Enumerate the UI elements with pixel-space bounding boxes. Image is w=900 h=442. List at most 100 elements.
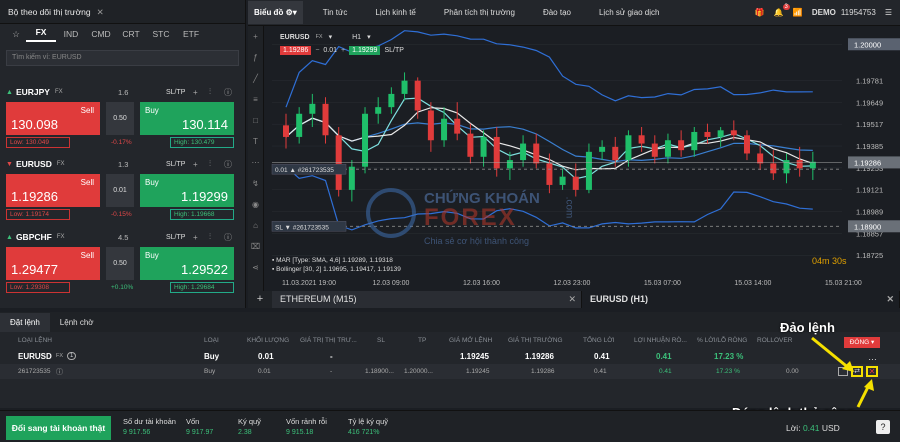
add-icon[interactable]: + [193, 160, 198, 169]
order-detail-row[interactable] [0, 364, 900, 379]
minus-icon[interactable]: − [315, 47, 319, 54]
tab-ind[interactable]: IND [56, 29, 86, 39]
tab-trade-history[interactable]: Lịch sử giao dịch [599, 8, 660, 17]
candle[interactable] [362, 113, 369, 167]
candle[interactable] [401, 80, 408, 94]
order-column-header[interactable]: GIÁ THỊ TRƯỜNG [508, 337, 563, 344]
sell-button[interactable]: Sell 1.19286 [6, 174, 100, 207]
candle[interactable] [651, 143, 658, 157]
info-icon[interactable]: ⓘ [56, 367, 63, 377]
info-icon[interactable]: ⓘ [224, 232, 232, 243]
candle[interactable] [296, 113, 303, 137]
symbol-name[interactable]: EURUSD [16, 159, 52, 169]
indicator-bollinger[interactable]: ▪ Bollinger [30, 2] 1.19695, 1.19417, 1.… [272, 265, 401, 274]
candle[interactable] [467, 133, 474, 157]
candle[interactable] [612, 146, 619, 161]
candle[interactable] [757, 153, 764, 164]
share-icon[interactable]: ⋖ [248, 257, 263, 278]
add-icon[interactable]: + [193, 233, 198, 242]
chart-buy-button[interactable]: 1.19299 [349, 46, 381, 55]
candle[interactable] [599, 146, 606, 152]
sltp-toggle[interactable]: SL/TP [166, 161, 185, 168]
crosshair-icon[interactable]: + [248, 26, 263, 47]
candle[interactable] [348, 166, 355, 190]
candle[interactable] [441, 118, 448, 141]
sltp-toggle[interactable]: SL/TP [166, 234, 185, 241]
chart-sell-button[interactable]: 1.19286 [280, 46, 312, 55]
chart-window-tab-ethereum[interactable]: ETHEREUM (M15) ✕ [272, 291, 582, 308]
candle[interactable] [809, 161, 816, 169]
candle[interactable] [546, 163, 553, 185]
candle[interactable] [506, 160, 513, 169]
candle[interactable] [388, 93, 395, 108]
quantity-input[interactable]: 0.50 [106, 247, 134, 280]
tab-news[interactable]: Tin tức [323, 8, 348, 17]
info-icon[interactable]: ⓘ [224, 159, 232, 170]
order-column-header[interactable]: LỢI NHUẬN RÒ... [634, 337, 687, 344]
text-tool-icon[interactable]: T [248, 131, 263, 152]
sell-button[interactable]: Sell 130.098 [6, 102, 100, 135]
candle[interactable] [322, 103, 329, 136]
quantity-input[interactable]: 0.01 [106, 174, 134, 207]
info-icon[interactable]: ⓘ [224, 87, 232, 98]
channel-tool-icon[interactable]: ≡ [248, 89, 263, 110]
add-chart-icon[interactable]: + [248, 291, 272, 308]
sl-label[interactable]: SL ▼ #261723535 [275, 224, 329, 231]
sell-button[interactable]: Sell 1.29477 [6, 247, 100, 280]
chart-icon[interactable]: ⫶ [209, 159, 211, 169]
symbol-name[interactable]: GBPCHF [16, 232, 52, 242]
candle[interactable] [625, 135, 632, 161]
line-tool-icon[interactable]: ╱ [248, 68, 263, 89]
tab-crt[interactable]: CRT [116, 29, 146, 39]
tab-stc[interactable]: STC [146, 29, 176, 39]
function-icon[interactable]: ƒ [248, 47, 263, 68]
help-icon[interactable]: ? [876, 420, 890, 434]
chart-icon[interactable]: ⫶ [209, 87, 211, 97]
order-column-header[interactable]: TỔNG LỜI [583, 337, 615, 344]
chevron-down-icon[interactable]: ▾ [367, 33, 371, 41]
candle[interactable] [664, 140, 671, 157]
sltp-toggle[interactable]: SL/TP [166, 89, 185, 96]
lock-icon[interactable]: ⌂ [248, 215, 263, 236]
chart-sltp-button[interactable]: SL/TP [384, 47, 403, 54]
star-icon[interactable]: ☆ [6, 29, 26, 40]
candle[interactable] [704, 131, 711, 137]
candle[interactable] [730, 130, 737, 136]
dropdown-icon[interactable]: ▾ [329, 33, 333, 41]
tab-education[interactable]: Đào tạo [543, 8, 571, 17]
tab-cmd[interactable]: CMD [86, 29, 116, 39]
order-column-header[interactable]: TP [418, 337, 426, 344]
order-column-header[interactable]: SL [377, 337, 385, 344]
switch-real-account-button[interactable]: Đổi sang tài khoản thật [6, 416, 111, 440]
candlestick-chart[interactable]: 1.20000 1.19781 1.19649 1.19517 1.19385 1.192… [264, 26, 900, 291]
tab-market-analysis[interactable]: Phân tích thị trường [444, 8, 515, 17]
close-icon[interactable]: ✕ [568, 291, 576, 308]
candle[interactable] [743, 135, 750, 154]
bell-icon[interactable]: 🔔 3 [774, 3, 790, 17]
candle[interactable] [770, 163, 777, 174]
order-column-header[interactable]: LOẠI LỆNH [18, 337, 52, 344]
buy-button[interactable]: Buy 1.19299 [140, 174, 234, 207]
order-column-header[interactable]: % LỜI/LỖ RÒNG [697, 337, 747, 344]
tab-fx[interactable]: FX [26, 27, 56, 42]
candle[interactable] [520, 143, 527, 161]
gift-icon[interactable]: 🎁 [755, 8, 765, 17]
candle[interactable] [480, 136, 487, 157]
chart-window-tab-eurusd[interactable]: EURUSD (H1) ✕ [582, 291, 900, 308]
account-number[interactable]: 11954753 [841, 8, 876, 17]
timeframe-select[interactable]: H1 [352, 34, 361, 41]
menu-icon[interactable]: ☰ [885, 8, 892, 17]
trash-icon[interactable]: ⌧ [248, 236, 263, 257]
chart-lots[interactable]: 0.01 [323, 47, 337, 54]
position-label[interactable]: 0.01 ▲ #261723535 [275, 167, 334, 174]
candle[interactable] [283, 125, 289, 137]
order-column-header[interactable]: GIÁ TRỊ THỊ TRƯ... [300, 337, 357, 344]
candle[interactable] [559, 176, 566, 185]
candle[interactable] [585, 151, 592, 190]
tab-pending-orders[interactable]: Lệnh chờ [50, 313, 104, 332]
close-icon[interactable]: ✕ [97, 0, 104, 24]
buy-button[interactable]: Buy 1.29522 [140, 247, 234, 280]
order-column-header[interactable]: KHỐI LƯỢNG [247, 337, 289, 344]
close-icon[interactable]: ✕ [886, 291, 894, 308]
shape-tool-icon[interactable]: □ [248, 110, 263, 131]
